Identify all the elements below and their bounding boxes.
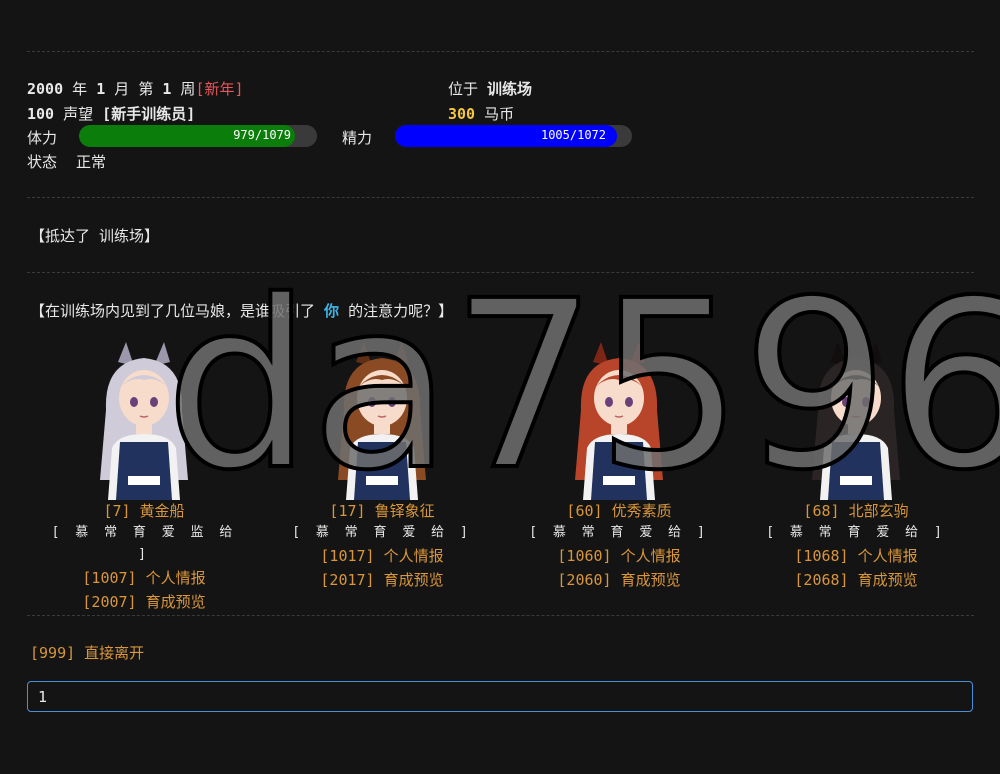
week-prefix: 第 (138, 80, 154, 98)
character-name[interactable]: [68] 北部玄驹 (756, 500, 956, 522)
trainer-title: [新手训练员] (102, 105, 196, 123)
character-card: [7] 黄金船 [ 慕 常 育 爱 监 给 ] [1007] 个人情报 [200… (44, 340, 244, 614)
character-preview-link[interactable]: [2017] 育成预览 (282, 568, 482, 592)
leave-option[interactable]: [999] 直接离开 (30, 642, 144, 663)
prompt-you: 你 (324, 302, 340, 320)
money-line: 300 马币 (448, 103, 514, 124)
divider (27, 51, 974, 52)
week-unit: 周 (180, 80, 196, 98)
character-preview-link[interactable]: [2068] 育成预览 (756, 568, 956, 592)
money-value: 300 (448, 105, 476, 123)
event-badge: [新年] (195, 80, 244, 98)
week: 1 (162, 80, 172, 98)
character-tags: [ 慕 常 育 爱 给 ] (766, 525, 946, 540)
condition-line: 状态 正常 (27, 151, 106, 172)
divider (27, 272, 974, 273)
condition-label: 状态 (27, 153, 58, 171)
portrait-image (338, 342, 426, 500)
character-tags: [ 慕 常 育 爱 给 ] (529, 525, 709, 540)
divider (27, 197, 974, 198)
fame-value: 100 (27, 105, 55, 123)
character-card: [17] 鲁铎象征 [ 慕 常 育 爱 给 ] [1017] 个人情报 [201… (282, 340, 482, 592)
condition-value: 正常 (76, 153, 107, 171)
energy-bar: 1005/1072 (395, 125, 632, 147)
character-card: [68] 北部玄驹 [ 慕 常 育 爱 给 ] [1068] 个人情报 [206… (756, 340, 956, 592)
character-tags: [ 慕 常 育 爱 给 ] (292, 525, 472, 540)
portrait-image (575, 342, 663, 500)
character-portrait[interactable] (322, 340, 442, 500)
energy-value: 1005/1072 (540, 128, 606, 142)
character-info-link[interactable]: [1017] 个人情报 (282, 544, 482, 568)
location-line: 位于 训练场 (448, 78, 532, 99)
prompt-text: 【在训练场内见到了几位马娘，是谁吸引了 (30, 302, 316, 320)
location-label: 位于 (448, 80, 479, 98)
character-portrait[interactable] (796, 340, 916, 500)
character-card: [60] 优秀素质 [ 慕 常 育 爱 给 ] [1060] 个人情报 [206… (519, 340, 719, 592)
portrait-image (812, 342, 900, 500)
year: 2000 (27, 80, 64, 98)
character-info-link[interactable]: [1060] 个人情报 (519, 544, 719, 568)
fame-label: 声望 (63, 105, 94, 123)
energy-label: 精力 (342, 129, 373, 147)
date-line: 2000 年 1 月 第 1 周[新年] (27, 78, 244, 99)
stamina-label: 体力 (27, 129, 58, 147)
location-value: 训练场 (487, 80, 533, 98)
stamina-value: 979/1079 (233, 128, 291, 142)
portrait-image (100, 342, 188, 500)
stamina-bar: 979/1079 (79, 125, 317, 147)
character-name[interactable]: [60] 优秀素质 (519, 500, 719, 522)
character-portrait[interactable] (559, 340, 679, 500)
prompt-text-end: 的注意力呢？】 (348, 302, 454, 320)
divider (27, 615, 974, 616)
character-portrait[interactable] (84, 340, 204, 500)
money-label: 马币 (484, 105, 515, 123)
character-info-link[interactable]: [1068] 个人情报 (756, 544, 956, 568)
command-input[interactable] (27, 681, 973, 712)
arrival-message: 【抵达了 训练场】 (30, 227, 160, 245)
character-name[interactable]: [7] 黄金船 (44, 500, 244, 522)
character-preview-link[interactable]: [2007] 育成预览 (44, 590, 244, 614)
character-tags: [ 慕 常 育 爱 监 给 ] (51, 525, 237, 562)
character-name[interactable]: [17] 鲁铎象征 (282, 500, 482, 522)
year-unit: 年 (72, 80, 88, 98)
encounter-prompt: 【在训练场内见到了几位马娘，是谁吸引了 你 的注意力呢？】 (30, 300, 453, 321)
character-preview-link[interactable]: [2060] 育成预览 (519, 568, 719, 592)
character-info-link[interactable]: [1007] 个人情报 (44, 566, 244, 590)
month: 1 (96, 80, 106, 98)
month-unit: 月 (114, 80, 130, 98)
fame-line: 100 声望 [新手训练员] (27, 103, 195, 124)
